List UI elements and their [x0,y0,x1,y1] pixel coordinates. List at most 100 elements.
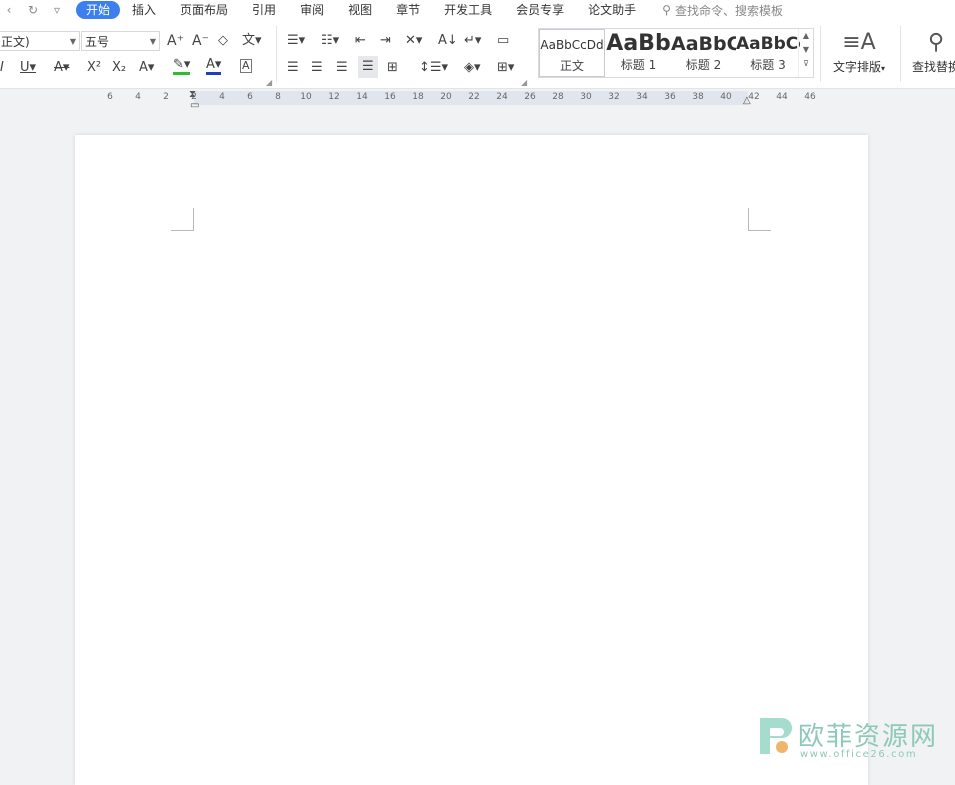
ruler-tick: 24 [496,92,508,102]
font-name-value: 正文) [1,35,30,49]
ribbon-tabs: 开始 插入 页面布局 引用 审阅 视图 章节 开发工具 会员专享 论文助手 [76,1,648,19]
decrease-indent-icon[interactable]: ⇤ [355,32,366,50]
strikethrough-icon[interactable]: A▾ [54,59,69,77]
increase-indent-icon[interactable]: ⇥ [380,32,391,50]
chevron-up-icon[interactable]: ▲ [799,29,813,43]
tab-7[interactable]: 开发工具 [432,1,504,19]
align-right-icon[interactable]: ☰ [336,59,348,77]
style-preview: AaBbC [671,33,736,55]
paragraph-dialog-launcher-icon[interactable]: ◢ [521,78,527,87]
underline-icon[interactable]: U▾ [20,59,36,77]
tab-4[interactable]: 审阅 [288,1,336,19]
ruler-tick: 20 [440,92,452,102]
font-size-combo[interactable]: 五号 ▼ [81,31,160,51]
tab-3[interactable]: 引用 [240,1,288,19]
find-replace-label: 查找替换 [911,60,955,74]
site-watermark: 欧菲资源网 www.office26.com [752,712,952,767]
style-name: 标题 1 [620,58,657,72]
tab-2[interactable]: 页面布局 [168,1,240,19]
group-divider [276,26,277,82]
distributed-align-icon[interactable]: ⊞ [387,59,398,77]
clear-format-icon[interactable]: ◇ [218,32,228,50]
show-marks-icon[interactable]: ↵▾ [464,32,481,50]
tab-1[interactable]: 插入 [120,1,168,19]
style-name: 标题 3 [750,58,786,72]
align-left-icon[interactable]: ☰ [287,59,299,77]
style-name: 标题 2 [685,58,722,72]
chevron-down-icon: ▼ [149,37,156,46]
margin-corner-mark [171,208,194,231]
line-spacing-icon[interactable]: ↕☰▾ [419,59,448,77]
style-item-0[interactable]: AaBbCcDd 正文 [539,29,605,77]
menu-bar: ‹ ↻ ▿ 开始 插入 页面布局 引用 审阅 视图 章节 开发工具 会员专享 论文助手 ⚲ 查找命… [0,0,955,20]
style-gallery: ▲ ▼ ⊽ AaBbCcDd 正文 AaBb 标题 1 AaBbC 标题 2 AaBbCc 标… [538,28,814,78]
text-layout-button[interactable]: ≡A 文字排版▾ [826,28,892,75]
watermark-logo-icon [760,718,792,754]
document-page[interactable] [75,135,868,785]
align-center-icon[interactable]: ☰ [311,59,323,77]
tab-6[interactable]: 章节 [384,1,432,19]
ruler-tick: 46 [804,92,816,102]
borders-icon[interactable]: ⊞▾ [497,59,514,77]
ruler-tick: 8 [275,92,281,102]
quick-access-toolbar: ‹ ↻ ▿ [0,3,64,17]
gallery-more-icon[interactable]: ⊽ [799,57,813,71]
style-name: 正文 [559,59,584,73]
font-color-icon[interactable]: A▾ [206,58,222,75]
numbered-list-icon[interactable]: ☷▾ [321,32,339,50]
ruler-tick: 28 [552,92,564,102]
style-preview: AaBbCcDd [540,38,604,52]
ruler-tick: 30 [580,92,592,102]
style-item-3[interactable]: AaBbCc 标题 3 [736,29,800,77]
style-preview: AaBbCc [736,34,800,54]
italic-icon[interactable]: I [0,59,4,77]
find-replace-button[interactable]: ⚲ 查找替换 [906,28,955,75]
ruler-tick: 4 [135,92,141,102]
style-item-2[interactable]: AaBbC 标题 2 [671,29,736,77]
group-divider [900,26,901,82]
search-icon: ⚲ [662,3,671,17]
ruler-tick: 40 [720,92,732,102]
justify-icon[interactable]: ☰ [358,56,378,78]
ruler-tick: 42 [748,92,760,102]
watermark-title: 欧菲资源网 [798,722,939,752]
chevron-down-icon[interactable]: ▼ [799,43,813,57]
group-divider [820,26,821,82]
text-layout-label: 文字排版 [832,60,881,74]
horizontal-ruler[interactable]: ⧗ ▭ △ 6 4 2 2 4 6 8 10 12 14 16 18 20 22 24 26 28 30 32 34 3… [0,89,955,111]
ribbon-home: 正文) ▼ 五号 ▼ A⁺ A⁻ ◇ 文▾ I U▾ A▾ X² X₂ A▾ ✎… [0,20,955,89]
undo-icon[interactable]: ‹ [2,3,16,17]
ruler-tick: 22 [468,92,480,102]
chinese-layout-icon[interactable]: ✕▾ [405,32,422,50]
search-placeholder: 查找命令、搜索模板 [674,3,783,18]
tab-5[interactable]: 视图 [336,1,384,19]
style-gallery-scroll[interactable]: ▲ ▼ ⊽ [798,29,813,77]
shading-icon[interactable]: ◈▾ [464,59,481,77]
font-name-combo[interactable]: 正文) ▼ [0,31,80,51]
style-item-1[interactable]: AaBb 标题 1 [606,29,671,77]
highlight-icon[interactable]: ✎▾ [173,58,191,75]
shrink-font-icon[interactable]: A⁻ [192,32,209,50]
watermark-url: www.office26.com [800,749,918,760]
grow-font-icon[interactable]: A⁺ [167,32,184,50]
subscript-icon[interactable]: X₂ [112,59,126,77]
char-border-icon[interactable]: A [240,59,252,73]
redo-icon[interactable]: ↻ [26,3,40,17]
ruler-tick: 16 [384,92,396,102]
phonetic-guide-icon[interactable]: 文▾ [242,32,262,50]
ruler-tick: 26 [524,92,536,102]
ruler-tick: 2 [163,92,169,102]
tab-0[interactable]: 开始 [76,1,121,19]
quick-access-dropdown-icon[interactable]: ▿ [50,3,64,17]
tab-8[interactable]: 会员专享 [504,1,576,19]
font-dialog-launcher-icon[interactable]: ◢ [266,78,272,87]
search-icon: ⚲ [927,30,945,55]
sort-icon[interactable]: A↓ [438,32,458,50]
text-effect-icon[interactable]: A▾ [139,59,154,77]
bullet-list-icon[interactable]: ☰▾ [287,32,305,50]
command-search[interactable]: ⚲ 查找命令、搜索模板 [662,2,783,19]
ruler-tick: 18 [412,92,424,102]
superscript-icon[interactable]: X² [87,59,101,77]
tab-ruler-icon[interactable]: ▭ [497,32,509,50]
tab-9[interactable]: 论文助手 [576,1,648,19]
